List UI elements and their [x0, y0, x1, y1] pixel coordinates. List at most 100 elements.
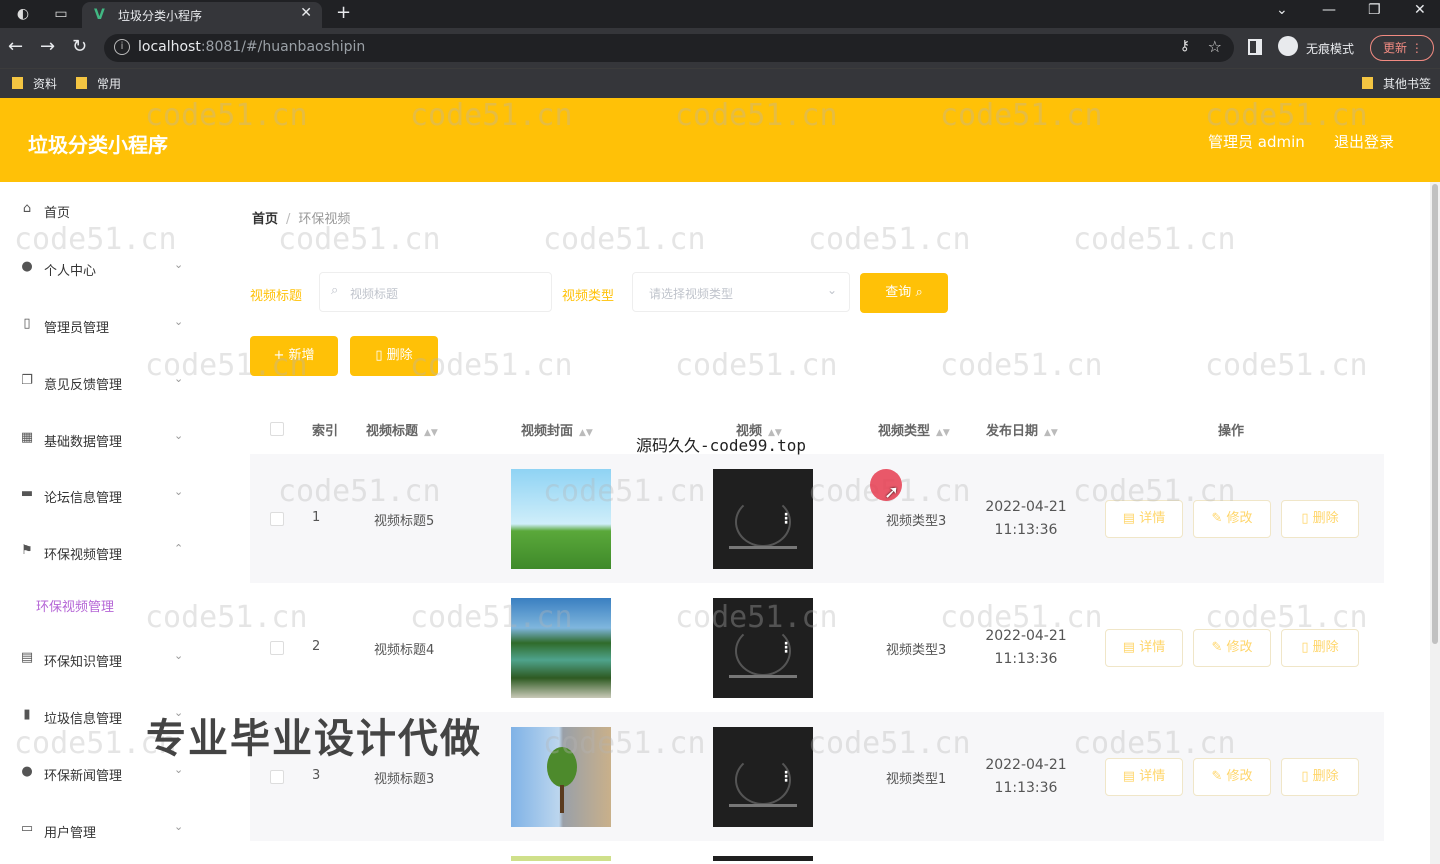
- tab-overview-icon[interactable]: ▭: [52, 5, 70, 23]
- bookmark-folder-changyong[interactable]: 常用: [76, 75, 121, 92]
- title-filter-label: 视频标题: [250, 289, 303, 304]
- detail-button[interactable]: ▤ 详情: [1105, 758, 1183, 796]
- video-player[interactable]: ⋮: [713, 469, 813, 569]
- header-type[interactable]: 视频类型 ▲▼: [878, 420, 950, 439]
- browser-tab[interactable]: V 垃圾分类小程序 ✕: [82, 2, 322, 28]
- omnibox[interactable]: i localhost:8081/#/huanbaoshipin ⚷ ☆: [104, 34, 1234, 62]
- sidebar-item-knowledge[interactable]: ▤ 环保知识管理 ⌄: [0, 639, 208, 679]
- header-label: 视频封面: [521, 424, 574, 439]
- date-text: 2022-04-21: [985, 628, 1067, 644]
- title-search-input[interactable]: ⌕ 视频标题: [319, 272, 552, 312]
- update-button[interactable]: 更新 ⋮: [1370, 35, 1434, 61]
- phone-icon: ▯: [23, 316, 31, 331]
- cell-date: 2022-04-21 11:13:36: [971, 625, 1081, 671]
- chevron-down-icon: ⌄: [174, 372, 184, 385]
- folder-icon: [1362, 77, 1373, 89]
- breadcrumb-home[interactable]: 首页: [252, 212, 278, 227]
- logout-link[interactable]: 退出登录: [1334, 131, 1394, 152]
- more-icon[interactable]: ⋮: [779, 640, 793, 656]
- chevron-down-icon: ⌄: [174, 763, 184, 776]
- edit-button[interactable]: ✎ 修改: [1193, 758, 1271, 796]
- video-player[interactable]: ⋮: [713, 598, 813, 698]
- delete-button[interactable]: ▯ 删除: [1281, 500, 1359, 538]
- more-icon[interactable]: ⋮: [779, 511, 793, 527]
- other-bookmarks[interactable]: 其他书签: [1362, 75, 1431, 92]
- delete-button[interactable]: ▯ 删除: [1281, 758, 1359, 796]
- row-checkbox[interactable]: [270, 641, 284, 655]
- detail-button[interactable]: ▤ 详情: [1105, 629, 1183, 667]
- side-panel-icon[interactable]: [1248, 39, 1262, 55]
- browser-menu-icon[interactable]: ◐: [14, 5, 32, 23]
- header-title[interactable]: 视频标题 ▲▼: [366, 420, 438, 439]
- cell-index: 3: [312, 768, 321, 783]
- detail-label: 详情: [1139, 511, 1166, 526]
- video-progress-bar[interactable]: [729, 804, 797, 807]
- sidebar-item-admins[interactable]: ▯ 管理员管理 ⌄: [0, 305, 208, 345]
- reload-icon[interactable]: ↻: [72, 37, 87, 57]
- type-placeholder: 请选择视频类型: [649, 287, 734, 301]
- bookmark-folder-ziliao[interactable]: 资料: [12, 75, 57, 92]
- home-icon: ⌂: [22, 201, 32, 216]
- select-all-checkbox[interactable]: [270, 422, 284, 436]
- forward-icon[interactable]: →: [40, 37, 55, 57]
- tab-title: 垃圾分类小程序: [118, 9, 203, 23]
- sidebar-item-feedback[interactable]: ❐ 意见反馈管理 ⌄: [0, 362, 208, 402]
- video-cover-image[interactable]: [511, 727, 611, 827]
- header-label: 发布日期: [986, 424, 1039, 439]
- chevron-down-icon: ⌄: [826, 283, 837, 297]
- detail-button[interactable]: ▤ 详情: [1105, 500, 1183, 538]
- keyboard-icon: ▭: [20, 821, 34, 836]
- sidebar-item-videos[interactable]: ⚑ 环保视频管理 ⌃: [0, 532, 208, 572]
- url-text[interactable]: localhost:8081/#/huanbaoshipin: [138, 39, 365, 55]
- header-label: 视频类型: [878, 424, 931, 439]
- chevron-down-icon: ⌄: [174, 315, 184, 328]
- sidebar-item-base-data[interactable]: ▦ 基础数据管理 ⌄: [0, 419, 208, 459]
- query-button[interactable]: 查询 ⌕: [860, 273, 948, 313]
- url-host: localhost: [138, 39, 201, 55]
- new-tab-icon[interactable]: +: [336, 2, 351, 23]
- source-overlay-text: 源码久久-code99.top: [636, 436, 806, 455]
- sidebar-subitem-videos[interactable]: 环保视频管理: [36, 596, 114, 615]
- video-progress-bar[interactable]: [729, 546, 797, 549]
- chevron-down-icon: ⌄: [174, 429, 184, 442]
- back-icon[interactable]: ←: [8, 37, 23, 57]
- breadcrumb: 首页 / 环保视频: [252, 208, 350, 227]
- table-row-partial: [250, 841, 1384, 861]
- header-date[interactable]: 发布日期 ▲▼: [986, 420, 1058, 439]
- row-checkbox[interactable]: [270, 770, 284, 784]
- bookmark-star-icon[interactable]: ☆: [1208, 37, 1222, 56]
- page-scrollbar[interactable]: [1430, 182, 1440, 864]
- edit-button[interactable]: ✎ 修改: [1193, 629, 1271, 667]
- password-key-icon[interactable]: ⚷: [1180, 38, 1190, 54]
- batch-delete-button[interactable]: ▯ 删除: [350, 336, 438, 376]
- more-icon[interactable]: ⋮: [779, 769, 793, 785]
- type-select[interactable]: 请选择视频类型 ⌄: [632, 272, 850, 312]
- other-bookmarks-label: 其他书签: [1383, 77, 1432, 91]
- tab-search-icon[interactable]: ⌄: [1276, 2, 1288, 18]
- sort-icon: ▲▼: [424, 428, 438, 438]
- delete-button[interactable]: ▯ 删除: [1281, 629, 1359, 667]
- video-cover-image[interactable]: [511, 469, 611, 569]
- tab-close-icon[interactable]: ✕: [300, 5, 312, 21]
- sidebar-item-profile[interactable]: ● 个人中心 ⌄: [0, 248, 208, 288]
- add-button[interactable]: + 新增: [250, 336, 338, 376]
- video-progress-bar[interactable]: [729, 675, 797, 678]
- scrollbar-thumb[interactable]: [1432, 184, 1438, 644]
- sidebar-item-home[interactable]: ⌂ 首页: [0, 190, 208, 230]
- restore-icon[interactable]: ❐: [1368, 2, 1381, 18]
- sidebar-item-label: 基础数据管理: [44, 435, 123, 450]
- chevron-down-icon: ⌄: [174, 258, 184, 271]
- video-player[interactable]: ⋮: [713, 727, 813, 827]
- site-info-icon[interactable]: i: [114, 39, 130, 55]
- minimize-icon[interactable]: —: [1322, 2, 1336, 18]
- video-cover-image[interactable]: [511, 598, 611, 698]
- window-close-icon[interactable]: ✕: [1414, 2, 1426, 18]
- sidebar-item-users[interactable]: ▭ 用户管理 ⌄: [0, 810, 208, 850]
- row-checkbox[interactable]: [270, 512, 284, 526]
- sidebar-item-forum[interactable]: ▬ 论坛信息管理 ⌄: [0, 475, 208, 515]
- header-cover[interactable]: 视频封面 ▲▼: [521, 420, 593, 439]
- cell-title: 视频标题3: [374, 772, 435, 787]
- sidebar-item-label: 论坛信息管理: [44, 491, 123, 506]
- edit-button[interactable]: ✎ 修改: [1193, 500, 1271, 538]
- chevron-up-icon: ⌃: [174, 542, 184, 555]
